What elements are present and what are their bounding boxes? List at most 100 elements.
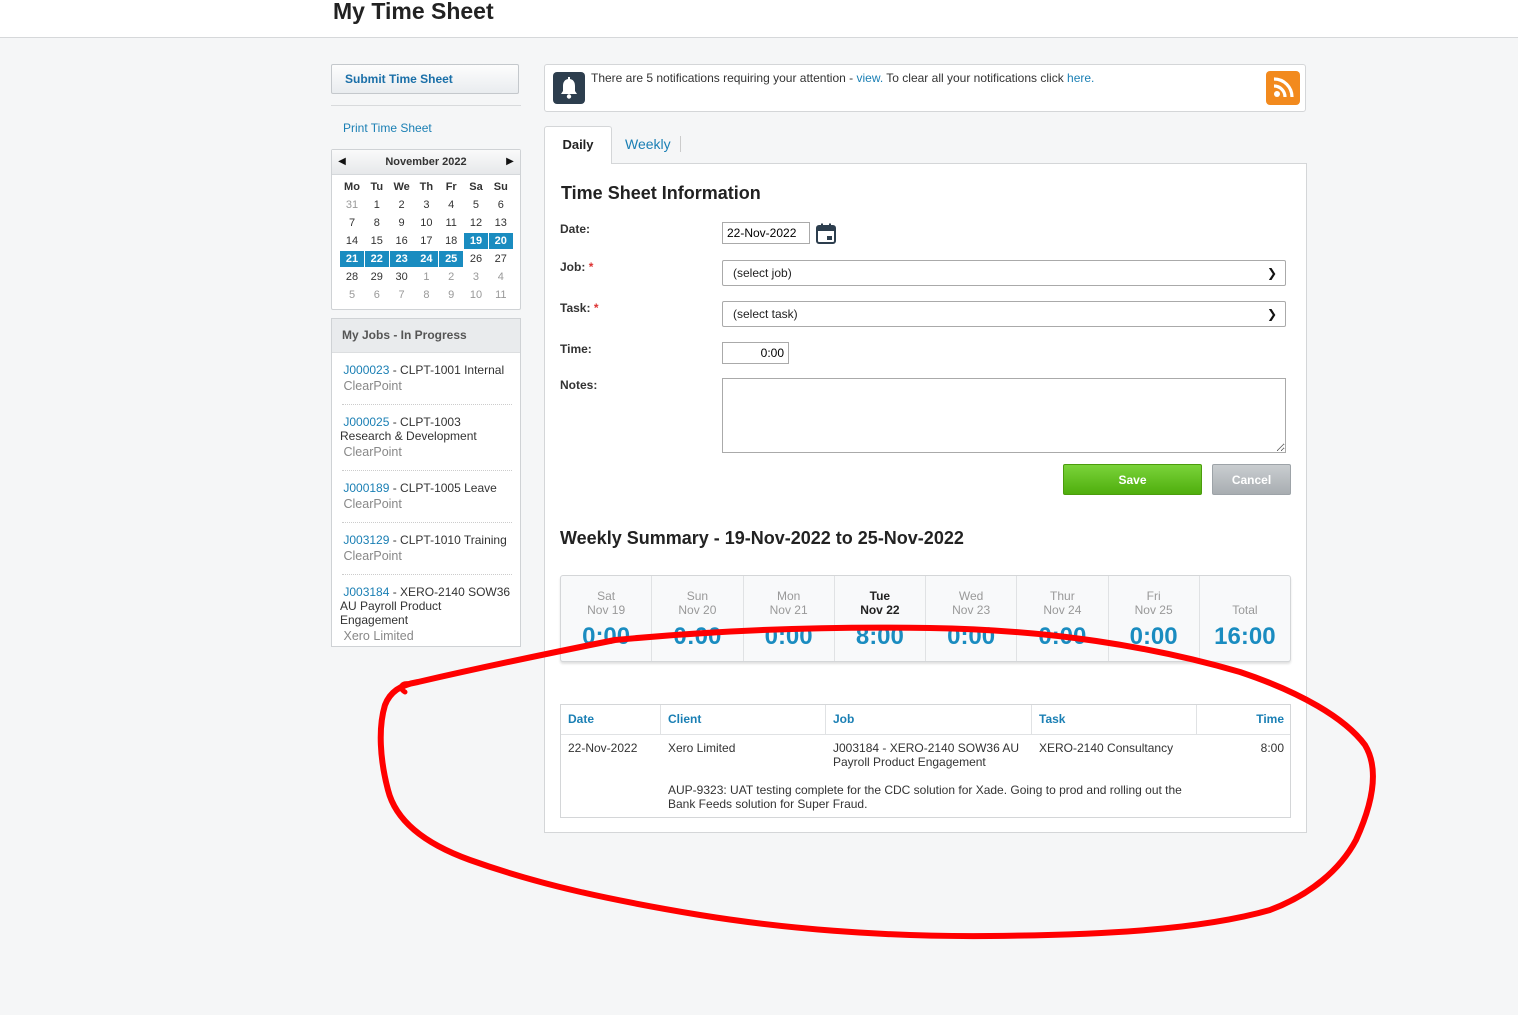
task-select-value: (select task): [733, 307, 798, 321]
calendar-day-selected[interactable]: 21: [340, 251, 364, 267]
summary-day[interactable]: Thur Nov 24 0:00: [1017, 576, 1109, 661]
summary-day[interactable]: Sat Nov 19 0:00: [561, 576, 653, 661]
calendar-day[interactable]: 6: [365, 287, 389, 303]
summary-day-current[interactable]: Tue Nov 22 8:00: [835, 576, 926, 661]
job-separator: [342, 470, 512, 472]
calendar-day[interactable]: 12: [464, 215, 488, 231]
calendar-header: ◀ November 2022 ▶: [332, 150, 520, 175]
calendar-day[interactable]: 3: [414, 197, 438, 213]
calendar-day[interactable]: 2: [439, 269, 463, 285]
job-code-link[interactable]: J000189: [343, 481, 389, 495]
tab-weekly[interactable]: Weekly: [625, 136, 671, 152]
job-client: ClearPoint: [343, 379, 402, 393]
job-item: J003129 - CLPT-1010 Training ClearPoint: [340, 533, 512, 563]
calendar-day[interactable]: 31: [340, 197, 364, 213]
top-bar: My Time Sheet: [0, 0, 1518, 38]
calendar-day[interactable]: 1: [365, 197, 389, 213]
print-timesheet-link[interactable]: Print Time Sheet: [343, 121, 432, 135]
notes-textarea[interactable]: [722, 378, 1286, 453]
calendar-day[interactable]: 4: [439, 197, 463, 213]
calendar-day[interactable]: 2: [390, 197, 414, 213]
calendar-icon[interactable]: [816, 223, 836, 244]
column-header-time[interactable]: Time: [1197, 705, 1290, 734]
entry-job-link[interactable]: J003184 - XERO-2140 SOW36 AU Payroll Pro…: [833, 741, 1028, 769]
summary-day[interactable]: Wed Nov 23 0:00: [926, 576, 1018, 661]
calendar-month: November 2022: [385, 156, 467, 168]
calendar-day[interactable]: 11: [439, 215, 463, 231]
calendar-day[interactable]: 5: [340, 287, 364, 303]
date-input[interactable]: [722, 222, 810, 244]
job-item: J003184 - XERO-2140 SOW36 AU Payroll Pro…: [340, 585, 512, 643]
calendar-day[interactable]: 13: [489, 215, 513, 231]
summary-day[interactable]: Sun Nov 20 0:00: [652, 576, 744, 661]
calendar-day[interactable]: 3: [464, 269, 488, 285]
calendar-day[interactable]: 29: [365, 269, 389, 285]
calendar-weekday-header: Tu: [370, 181, 384, 193]
calendar-day[interactable]: 8: [365, 215, 389, 231]
calendar-day-selected[interactable]: 25: [439, 251, 464, 267]
calendar-day[interactable]: 30: [390, 269, 414, 285]
calendar-grid: Mo Tu We Th Fr Sa Su 31 1 2 3 4 5 6 7 8 9 10 11 12 13 14 15 16 1…: [340, 179, 513, 305]
calendar-day[interactable]: 28: [340, 269, 364, 285]
calendar-day[interactable]: 14: [340, 233, 364, 249]
calendar-day[interactable]: 18: [439, 233, 463, 249]
calendar-weekday-header: Sa: [469, 181, 483, 193]
calendar-day[interactable]: 1: [414, 269, 438, 285]
calendar-day[interactable]: 4: [489, 269, 513, 285]
calendar-day[interactable]: 7: [340, 215, 364, 231]
submit-timesheet-button[interactable]: Submit Time Sheet: [331, 64, 519, 94]
weekly-summary: Sat Nov 19 0:00 Sun Nov 20 0:00 Mon Nov 21 0:0…: [560, 575, 1291, 662]
calendar-day[interactable]: 5: [464, 197, 488, 213]
job-code-link[interactable]: J003129: [343, 533, 389, 547]
summary-day[interactable]: Fri Nov 25 0:00: [1109, 576, 1200, 661]
job-description: - CLPT-1005 Leave: [389, 481, 497, 495]
save-button[interactable]: Save: [1063, 464, 1202, 495]
calendar-day[interactable]: 6: [489, 197, 513, 213]
calendar-day[interactable]: 7: [390, 287, 414, 303]
calendar-day[interactable]: 9: [439, 287, 463, 303]
calendar-day[interactable]: 11: [489, 287, 513, 303]
job-select[interactable]: (select job) ❯: [722, 260, 1286, 286]
time-input[interactable]: [722, 342, 789, 364]
calendar-day[interactable]: 10: [464, 287, 488, 303]
calendar-day[interactable]: 8: [414, 287, 438, 303]
notification-bar: There are 5 notifications requiring your…: [544, 64, 1306, 112]
calendar-day-selected[interactable]: 19: [463, 233, 488, 249]
column-header-task[interactable]: Task: [1032, 705, 1197, 734]
job-select-value: (select job): [733, 266, 792, 280]
calendar-day[interactable]: 16: [390, 233, 414, 249]
cancel-button[interactable]: Cancel: [1212, 464, 1291, 495]
column-header-client[interactable]: Client: [661, 705, 826, 734]
rss-icon[interactable]: [1266, 71, 1300, 105]
summary-total: Total 16:00: [1214, 603, 1276, 650]
calendar-day[interactable]: 17: [414, 233, 438, 249]
job-code-link[interactable]: J000023: [343, 363, 389, 377]
calendar-day[interactable]: 15: [365, 233, 389, 249]
view-notifications-link[interactable]: view.: [856, 71, 883, 85]
calendar-day[interactable]: 27: [489, 251, 513, 267]
form-title: Time Sheet Information: [561, 183, 761, 203]
job-item: J000189 - CLPT-1005 Leave ClearPoint: [340, 481, 512, 511]
calendar-day-selected[interactable]: 20: [488, 233, 513, 249]
entry-date-link[interactable]: 22-Nov-2022: [568, 741, 637, 755]
job-code-link[interactable]: J000025: [343, 415, 389, 429]
notification-text: There are 5 notifications requiring your…: [591, 71, 1095, 85]
clear-notifications-link[interactable]: here.: [1067, 71, 1094, 85]
column-header-date[interactable]: Date: [561, 705, 661, 734]
tab-daily[interactable]: Daily: [544, 126, 612, 164]
calendar-day-selected[interactable]: 24: [414, 251, 439, 267]
job-code-link[interactable]: J003184: [343, 585, 389, 599]
time-label: Time:: [560, 342, 592, 356]
job-separator: [342, 574, 512, 576]
column-header-job[interactable]: Job: [826, 705, 1032, 734]
task-select[interactable]: (select task) ❯: [722, 301, 1286, 327]
calendar-day-selected[interactable]: 23: [389, 251, 414, 267]
calendar-day[interactable]: 26: [464, 251, 488, 267]
bell-icon: [553, 72, 585, 104]
summary-day[interactable]: Mon Nov 21 0:00: [744, 576, 835, 661]
chevron-down-icon: ❯: [1266, 266, 1277, 280]
calendar-day-selected[interactable]: 22: [364, 251, 389, 267]
next-month-icon[interactable]: ▶: [503, 155, 517, 169]
calendar-day[interactable]: 10: [414, 215, 438, 231]
calendar-day[interactable]: 9: [390, 215, 414, 231]
